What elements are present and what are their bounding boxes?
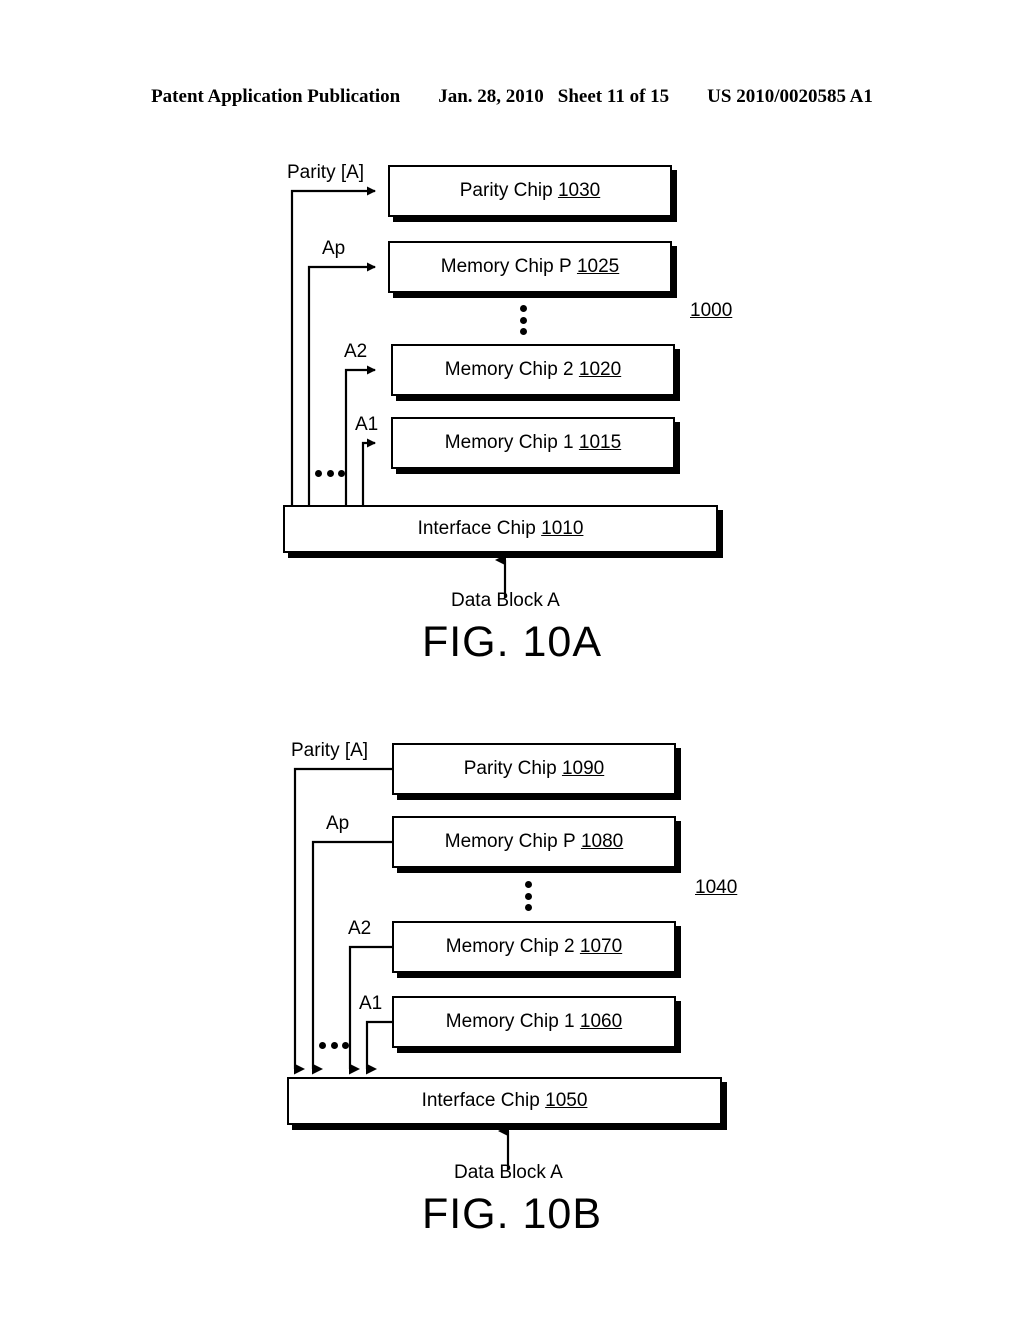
data-block-input-label: Data Block A (451, 590, 560, 611)
header-publication-number: US 2010/0020585 A1 (707, 86, 873, 107)
ellipsis-dot (524, 904, 532, 911)
ellipsis-dot (330, 1041, 338, 1049)
chip-label-memory-1: Memory Chip 1 1015 (444, 432, 622, 453)
chip-label-memory-p: Memory Chip P 1080 (444, 831, 624, 852)
patent-header: Patent Application Publication Jan. 28, 2… (0, 86, 1024, 108)
chip-box-interface[interactable]: Interface Chip 1050 (287, 1077, 722, 1125)
chip-label-memory-2: Memory Chip 2 1020 (444, 359, 622, 380)
chip-label-interface: Interface Chip 1050 (421, 1090, 588, 1111)
assembly-reference-numeral: 1000 (690, 300, 733, 321)
chip-label-parity: Parity Chip 1090 (463, 758, 605, 779)
chip-label-parity: Parity Chip 1030 (459, 180, 601, 201)
ellipsis-dot (326, 469, 334, 477)
ellipsis-dot (319, 1041, 326, 1049)
ellipsis-dot (519, 305, 527, 312)
signal-label-a1: A1 (359, 993, 383, 1014)
chip-box-memory-1[interactable]: Memory Chip 1 1015 (391, 417, 675, 469)
ellipsis-dot (338, 469, 345, 477)
signal-label-parity: Parity [A] (287, 162, 365, 183)
connector-a1 (365, 1020, 392, 1075)
header-publication-text: Patent Application Publication (151, 86, 401, 107)
chip-box-memory-p[interactable]: Memory Chip P 1080 (392, 816, 676, 868)
chip-box-parity[interactable]: Parity Chip 1030 (388, 165, 672, 217)
signal-label-parity: Parity [A] (291, 740, 369, 761)
figure-10b: Parity Chip 1090 Memory Chip P 1080 Memo… (0, 725, 1024, 1285)
figure-caption-10a: FIG. 10A (421, 618, 603, 666)
chip-label-memory-2: Memory Chip 2 1070 (445, 936, 623, 957)
signal-label-a2: A2 (348, 918, 372, 939)
ellipsis-dot (342, 1041, 349, 1049)
chip-box-parity[interactable]: Parity Chip 1090 (392, 743, 676, 795)
chip-label-memory-p: Memory Chip P 1025 (440, 256, 620, 277)
signal-label-ap: Ap (322, 238, 346, 259)
chip-label-interface: Interface Chip 1010 (417, 518, 584, 539)
signal-label-a1: A1 (355, 414, 379, 435)
vertical-ellipsis (524, 881, 532, 911)
chip-box-memory-2[interactable]: Memory Chip 2 1020 (391, 344, 675, 396)
connector-ap (311, 840, 392, 1075)
ellipsis-dot (524, 881, 532, 888)
chip-box-memory-2[interactable]: Memory Chip 2 1070 (392, 921, 676, 973)
ellipsis-dot (519, 316, 527, 324)
data-block-input-label: Data Block A (454, 1162, 563, 1183)
connector-a1 (361, 438, 376, 505)
ellipsis-dot (524, 892, 532, 900)
signal-label-ap: Ap (326, 813, 350, 834)
chip-box-memory-1[interactable]: Memory Chip 1 1060 (392, 996, 676, 1048)
assembly-reference-numeral: 1040 (695, 877, 738, 898)
signal-label-a2: A2 (344, 341, 368, 362)
chip-label-memory-1: Memory Chip 1 1060 (445, 1011, 623, 1032)
vertical-ellipsis (519, 305, 527, 335)
header-sheet-text: Sheet 11 of 15 (557, 86, 670, 107)
chip-box-memory-p[interactable]: Memory Chip P 1025 (388, 241, 672, 293)
header-date-text: Jan. 28, 2010 (438, 86, 544, 107)
figure-caption-10b: FIG. 10B (421, 1190, 603, 1238)
ellipsis-dot (315, 469, 322, 477)
horizontal-ellipsis (319, 1041, 349, 1049)
horizontal-ellipsis (315, 469, 345, 477)
ellipsis-dot (519, 328, 527, 335)
chip-box-interface[interactable]: Interface Chip 1010 (283, 505, 718, 553)
connector-a2 (344, 365, 376, 505)
figure-10a: Parity Chip 1030 Memory Chip P 1025 Memo… (0, 150, 1024, 690)
